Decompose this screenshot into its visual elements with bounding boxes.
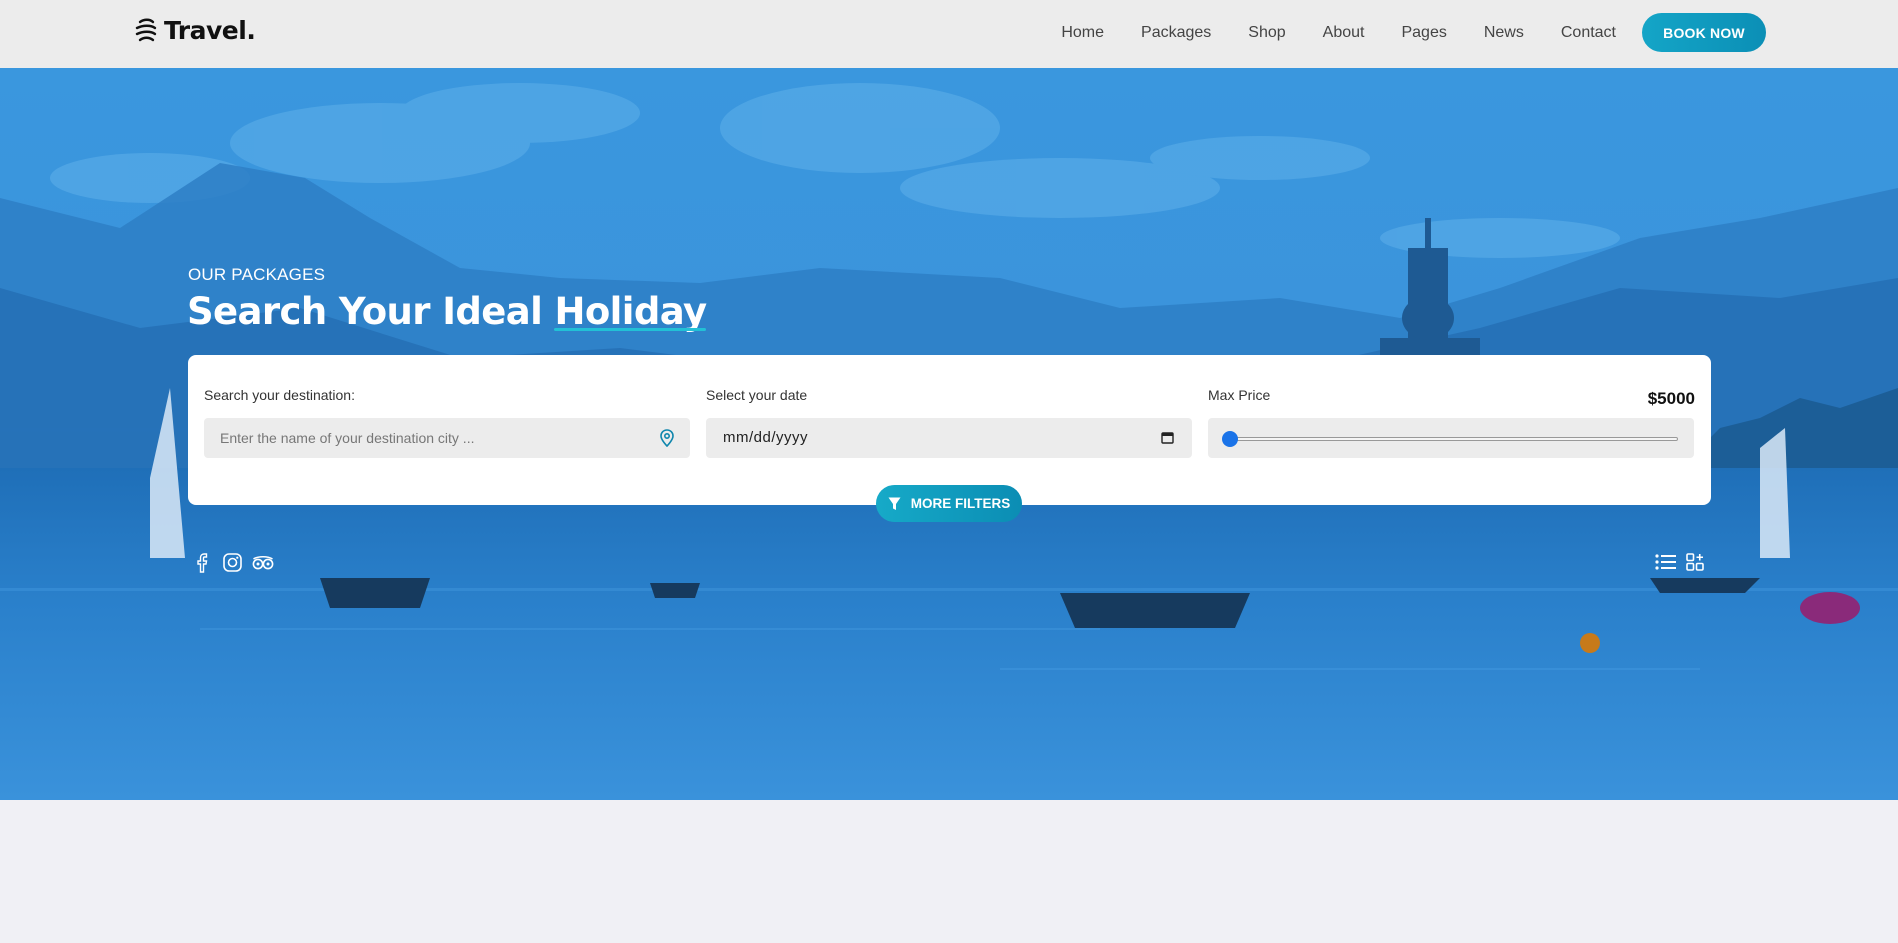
more-filters-button[interactable]: MORE FILTERS [876,485,1022,522]
brand-name: Travel. [164,16,256,45]
search-card: Search your destination: Enter the name … [188,355,1711,505]
nav-news[interactable]: News [1484,24,1524,42]
hero-title: Search Your Ideal Holiday [187,290,707,333]
price-label: Max Price [1208,387,1271,403]
nav-shop[interactable]: Shop [1248,24,1285,42]
nav-about[interactable]: About [1323,24,1365,42]
destination-label: Search your destination: [204,387,355,403]
nav-packages[interactable]: Packages [1141,24,1211,42]
list-view-icon[interactable] [1655,553,1676,571]
slider-thumb[interactable] [1222,431,1238,447]
tripadvisor-icon[interactable] [252,553,274,572]
main-nav: Home Packages Shop About Pages News Cont… [1061,0,1616,66]
instagram-icon[interactable] [223,553,242,572]
facebook-icon[interactable] [196,553,208,573]
nav-pages[interactable]: Pages [1401,24,1446,42]
brand-logo[interactable]: Travel. [134,16,256,45]
site-header: Travel. Home Packages Shop About Pages N… [0,0,1898,68]
book-now-button[interactable]: BOOK NOW [1642,13,1766,52]
date-input[interactable]: mm/dd/yyyy [706,418,1192,458]
date-value: mm/dd/yyyy [723,429,809,446]
price-slider[interactable] [1208,418,1694,458]
filter-icon [888,497,901,510]
map-pin-icon [660,429,674,447]
slider-track[interactable] [1228,437,1678,441]
hero-kicker: OUR PACKAGES [188,265,326,284]
calendar-icon[interactable] [1161,431,1174,444]
price-value: $5000 [1647,389,1695,408]
logo-icon [135,18,157,41]
grid-view-icon[interactable] [1686,553,1704,571]
destination-placeholder: Enter the name of your destination city … [220,430,475,446]
destination-input[interactable]: Enter the name of your destination city … [204,418,690,458]
hero-title-start: Search Your Ideal [187,290,555,333]
more-filters-label: MORE FILTERS [910,496,1011,511]
nav-home[interactable]: Home [1061,24,1104,42]
hero-title-highlight: Holiday [554,290,707,333]
date-label: Select your date [706,387,808,403]
nav-contact[interactable]: Contact [1561,24,1616,42]
